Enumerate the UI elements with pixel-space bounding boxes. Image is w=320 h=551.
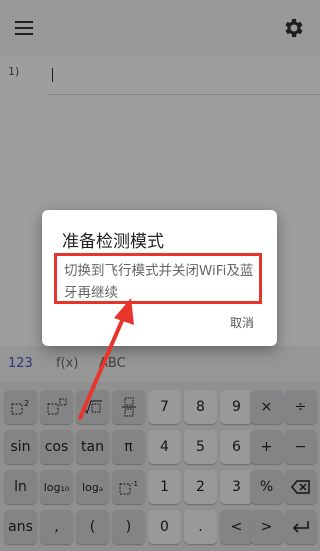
dialog-title: 准备检测模式	[62, 232, 164, 252]
annotation-highlight-box	[54, 253, 262, 304]
cancel-button[interactable]: 取消	[230, 314, 254, 331]
prepare-test-mode-dialog: 准备检测模式 切换到飞行模式并关闭WiFi及蓝牙再继续 取消	[42, 210, 277, 346]
